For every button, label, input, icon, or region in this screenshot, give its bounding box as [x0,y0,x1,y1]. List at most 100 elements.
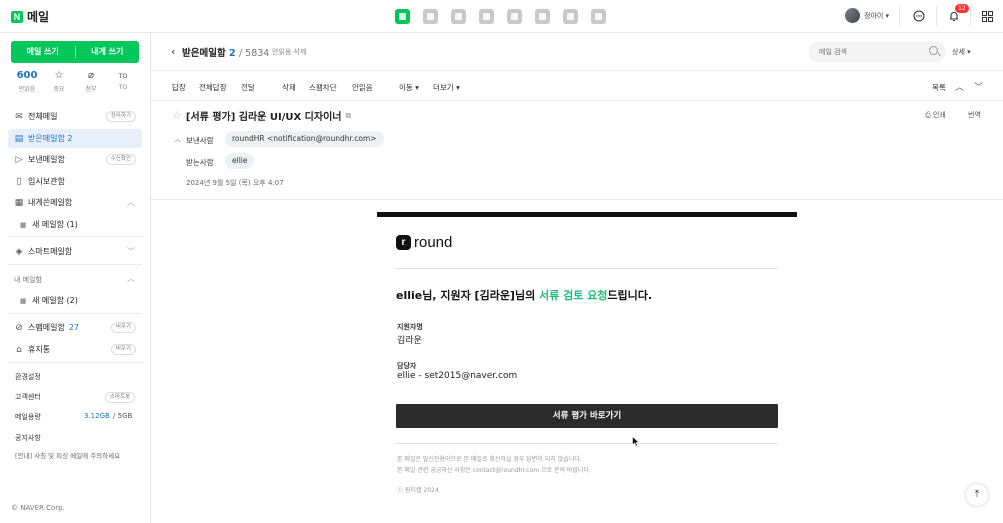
quick-filters: 600 안읽음 ☆ 중요 ⌀ 첨부 TO TO [11,70,139,93]
chevron-down-icon[interactable]: ﹀ [127,246,135,257]
notes-icon[interactable] [535,9,550,24]
quick-attachment[interactable]: ⌀ 첨부 [79,70,103,93]
notice-link[interactable]: [안내] 사칭 및 피싱 메일에 주의하세요 [15,450,120,460]
user-menu[interactable]: 정아이 ▾ [845,8,889,23]
storage-usage: 메일용량 3.12GB / 5GB [15,412,135,422]
review-documents-button[interactable]: 서류 평가 바로가기 [396,404,778,428]
mail-date: 2024년 9월 5일 (목) 오후 4:07 [186,179,284,187]
avatar [845,8,860,23]
naver-mail-logo[interactable]: N 메일 [11,8,49,25]
email-header-bar [377,212,797,217]
support-link[interactable]: 고객센터 스마트봇 [15,392,140,403]
settings-link[interactable]: 환경설정 [15,372,41,382]
reply-all-button[interactable]: 전체답장 [199,82,227,93]
user-name: 정아이 ▾ [864,11,890,20]
mark-unread-button[interactable]: 안읽음 [352,82,373,93]
sidebar-item-sent[interactable]: ▷ 보낸메일함 수신확인 [8,150,142,169]
external-link-icon[interactable]: ⧉ [345,111,351,121]
divider [936,6,937,26]
address-book-icon[interactable] [479,9,494,24]
sidebar-item-inbox[interactable]: ▤ 받은메일함 2 [8,129,142,148]
empty-trash-button[interactable]: 비우기 [110,344,136,355]
compose-button[interactable]: 메일 쓰기 [11,41,75,63]
chevron-up-icon[interactable]: ︿ [174,134,181,144]
sidebar-item-drafts[interactable]: ▯ 임시보관함 [8,172,142,191]
chat-icon[interactable] [911,8,927,24]
manager-value: ellie - set2015@naver.com [397,371,518,381]
forward-button[interactable]: 전달 [241,82,255,93]
chevron-up-icon[interactable]: ︿ [127,273,135,284]
folder-unread-count: 2 [229,48,236,59]
bookmark-icon[interactable] [591,9,606,24]
move-dropdown[interactable]: 이동 ▾ [399,82,419,93]
compose-group: 메일 쓰기 내게 쓰기 [11,41,139,63]
arrow-up-icon: ⤒ [974,489,980,500]
sidebar-item-spam[interactable]: ⊘ 스팸메일함 27 비우기 [8,318,142,337]
naver-logo-icon: N [11,10,23,23]
inbox-icon: ▤ [14,133,24,144]
delete-button[interactable]: 삭제 [282,82,296,93]
subject-row: ☆ [서류 평가] 김라운 UI/UX 디자이너 ⧉ [172,108,351,123]
settings-hex-icon[interactable] [507,9,522,24]
sidebar-item-all-mail[interactable]: ✉ 전체메일 정리하기 [8,107,142,126]
applicant-name: 김라운 [397,336,422,346]
more-dropdown[interactable]: 더보기 ▾ [433,82,460,93]
spam-count: 27 [68,323,79,332]
sidebar-item-trash[interactable]: ⌂ 휴지통 비우기 [8,340,142,359]
folder-icon: ■ [19,220,27,229]
quick-label: TO [118,84,128,91]
sidebar-item-label: 내게쓴메일함 [28,198,73,207]
star-icon[interactable]: ☆ [172,109,182,122]
sender-chip[interactable]: roundHR <notification@roundhr.com> [225,131,384,147]
read-receipt-button[interactable]: 수신확인 [105,154,136,165]
my-mailbox-toggle[interactable]: ︿ [8,269,142,288]
footer-notice-2: 본 메일 관련 궁금하신 사항은 contact@roundhr.com 으로 … [397,467,591,474]
translate-button[interactable]: 번역 [968,110,981,120]
quick-label: 중요 [53,86,65,93]
calendar-icon[interactable] [423,9,438,24]
sidebar-item-to-self[interactable]: ▦ 내게쓴메일함 ︿ [8,193,142,212]
sidebar-item-smart[interactable]: ◈ 스마트메일함 ﹀ [8,242,142,261]
grid-menu-icon[interactable] [979,8,995,24]
list-button[interactable]: 목록 [932,82,946,93]
contacts-card-icon[interactable] [451,9,466,24]
folder-title: 받은메일함 2 / 5834 [182,45,269,59]
detail-search-button[interactable]: 상세 ▾ [952,47,971,57]
quick-to-me[interactable]: TO TO [111,70,135,93]
search-icon[interactable] [929,46,938,55]
round-logo-mark: r [396,235,411,250]
notification-bell-icon[interactable]: 12 [946,4,969,24]
compose-to-self-button[interactable]: 내게 쓰기 [76,41,140,63]
quick-important[interactable]: ☆ 중요 [47,70,71,93]
to-label: 받는사람 [186,158,214,167]
mail-icon[interactable] [395,9,410,24]
divider [970,6,971,26]
block-spam-button[interactable]: 스팸차단 [309,82,337,93]
smartbot-button[interactable]: 스마트봇 [105,392,136,403]
mouse-cursor-icon [632,435,640,449]
quick-label: 첨부 [85,86,97,93]
search-input[interactable] [809,42,945,62]
block-icon: ⊘ [15,322,23,333]
chevron-up-icon[interactable]: ︿ [955,80,964,93]
storage-used: 3.12GB [84,412,110,420]
empty-spam-button[interactable]: 비우기 [110,322,136,333]
sidebar-item-label: 보낸메일함 [28,155,65,164]
reply-button[interactable]: 답장 [172,82,186,93]
sidebar-item-new-folder-1[interactable]: ■ 새 메일함 (1) [8,215,142,234]
sidebar-item-label: 휴지통 [28,345,51,354]
quick-unread[interactable]: 600 안읽음 [15,70,39,93]
scroll-to-top-button[interactable]: ⤒ [966,484,988,506]
support-label: 고객센터 [15,393,41,401]
chevron-up-icon[interactable]: ︿ [127,197,135,208]
recipient-chip[interactable]: ellie [225,153,255,169]
chevron-down-icon[interactable]: ﹀ [974,80,983,93]
sidebar-item-label: 받은메일함 2 [28,134,73,143]
organize-button[interactable]: 정리하기 [105,111,136,122]
home-icon[interactable] [563,9,578,24]
back-chevron-icon[interactable]: ‹ [171,45,175,58]
delete-unread-button[interactable]: 안읽음 삭제 [272,47,306,57]
star-icon: ☆ [54,70,64,81]
sidebar-item-new-folder-2[interactable]: ■ 새 메일함 (2) [8,291,142,310]
print-button[interactable]: ⎙ 인쇄 [925,110,946,120]
